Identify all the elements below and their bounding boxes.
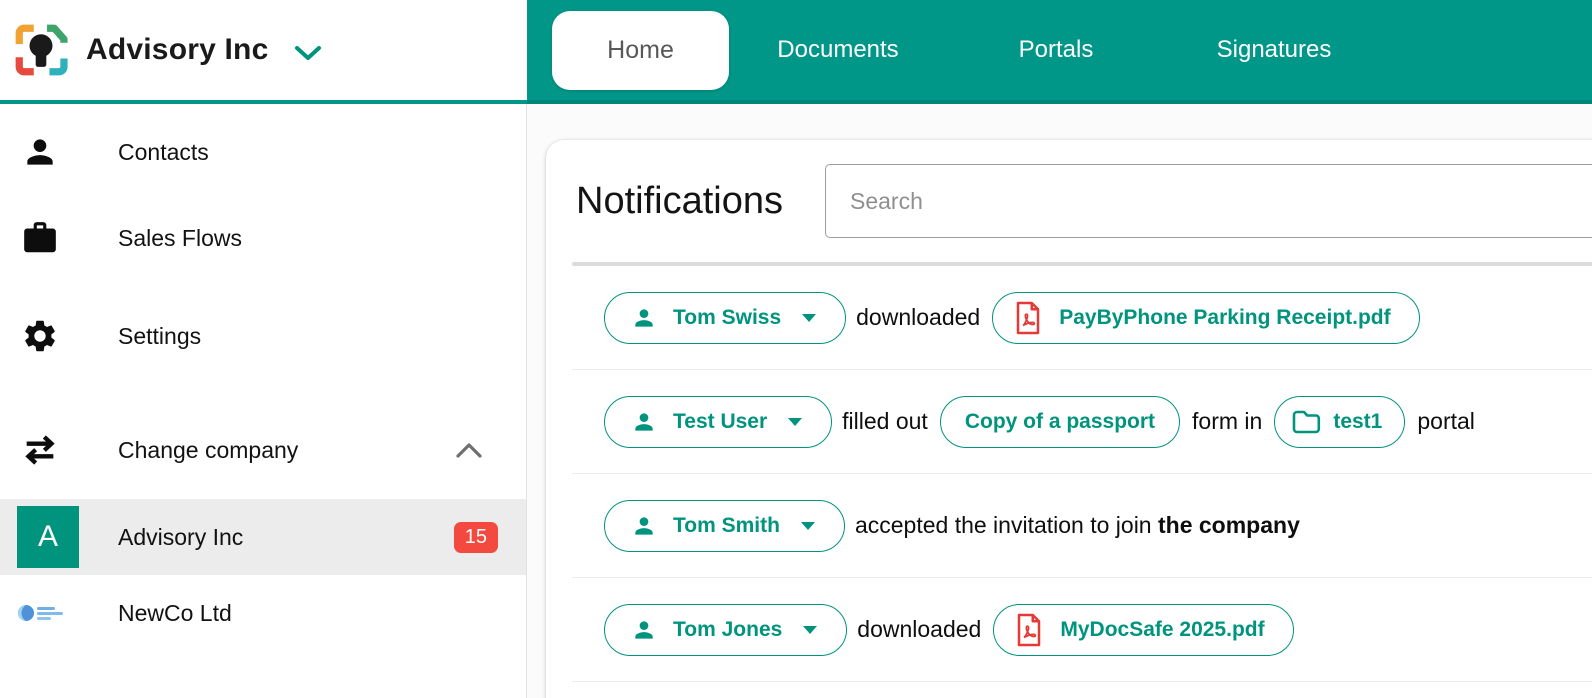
top-band: Advisory Inc Home Documents Portals Sign… [0,0,1592,104]
sidebar: Contacts Sales Flows Settings [0,104,527,698]
swap-arrows-icon [20,430,60,470]
person-icon [20,132,60,172]
sidebar-item-change-company[interactable]: Change company [0,407,526,493]
actor-name: Tom Jones [673,618,782,642]
action-target-bold: the company [1158,512,1300,538]
form-name: Copy of a passport [965,410,1155,434]
caret-down-icon [802,625,818,635]
action-text: portal [1417,408,1475,435]
action-text: accepted the invitation to join the comp… [855,512,1300,539]
notifications-card: Notifications Tom Swiss downloaded [546,140,1592,698]
person-icon [631,409,657,435]
action-text: filled out [842,408,928,435]
caret-down-icon [801,313,817,323]
sidebar-item-settings[interactable]: Settings [0,293,526,379]
app-root: Advisory Inc Home Documents Portals Sign… [0,0,1592,698]
tab-home[interactable]: Home [552,11,729,90]
file-name: MyDocSafe 2025.pdf [1060,618,1264,642]
card-header: Notifications [576,164,1592,238]
tab-signatures[interactable]: Signatures [1165,36,1383,64]
top-navigation: Home Documents Portals Signatures [527,0,1592,104]
company-name: Advisory Inc [118,524,243,551]
notification-row: Tom Swiss downloaded PayByPhone Parking … [572,266,1592,370]
notification-row: Tom Jones downloaded MyDocSafe 2025.pdf [572,578,1592,682]
company-name: NewCo Ltd [118,600,232,627]
file-name: PayByPhone Parking Receipt.pdf [1059,306,1390,330]
file-pill[interactable]: MyDocSafe 2025.pdf [993,604,1293,656]
brand-logo-icon [12,21,70,79]
notifications-list: Tom Swiss downloaded PayByPhone Parking … [572,262,1592,682]
tab-portals[interactable]: Portals [947,36,1165,64]
sidebar-item-label: Contacts [118,139,209,166]
file-pill[interactable]: PayByPhone Parking Receipt.pdf [992,292,1419,344]
sidebar-item-contacts[interactable]: Contacts [0,109,526,195]
company-switcher-header[interactable]: Advisory Inc [0,0,527,104]
portal-pill[interactable]: test1 [1274,396,1405,448]
notification-row: Tom Smith accepted the invitation to joi… [572,474,1592,578]
chevron-up-icon [456,443,482,458]
notification-count-badge: 15 [454,522,498,553]
action-text: downloaded [856,304,980,331]
page-title: Notifications [576,180,783,223]
company-item-advisory-inc[interactable]: A Advisory Inc 15 [0,499,526,575]
briefcase-icon [20,218,60,258]
caret-down-icon [800,521,816,531]
person-icon [631,513,657,539]
gear-icon [20,316,60,356]
actor-name: Test User [673,410,767,434]
person-icon [631,617,657,643]
action-text: downloaded [857,616,981,643]
actor-pill[interactable]: Tom Jones [604,604,847,656]
actor-name: Tom Smith [673,514,780,538]
sidebar-item-label: Change company [118,437,298,464]
caret-down-icon [787,417,803,427]
pdf-file-icon [1013,300,1043,336]
sidebar-item-label: Sales Flows [118,225,242,252]
newco-logo-icon [17,601,69,625]
person-icon [631,305,657,331]
company-switcher-label: Advisory Inc [86,33,268,67]
sidebar-item-sales-flows[interactable]: Sales Flows [0,195,526,281]
form-pill[interactable]: Copy of a passport [940,396,1180,448]
pdf-file-icon [1014,612,1044,648]
tab-documents[interactable]: Documents [729,36,947,64]
sidebar-item-label: Settings [118,323,201,350]
action-text: form in [1192,408,1262,435]
company-avatar: A [17,506,79,568]
chevron-down-icon [294,45,322,61]
notification-row: Test User filled out Copy of a passport … [572,370,1592,474]
actor-pill[interactable]: Test User [604,396,832,448]
folder-icon [1291,409,1321,435]
search-input[interactable] [825,164,1592,238]
main-area: Notifications Tom Swiss downloaded [527,104,1592,698]
actor-pill[interactable]: Tom Swiss [604,292,846,344]
actor-name: Tom Swiss [673,306,781,330]
company-item-newco-ltd[interactable]: NewCo Ltd [0,575,526,651]
portal-name: test1 [1333,410,1382,434]
actor-pill[interactable]: Tom Smith [604,500,845,552]
app-body: Contacts Sales Flows Settings [0,104,1592,698]
